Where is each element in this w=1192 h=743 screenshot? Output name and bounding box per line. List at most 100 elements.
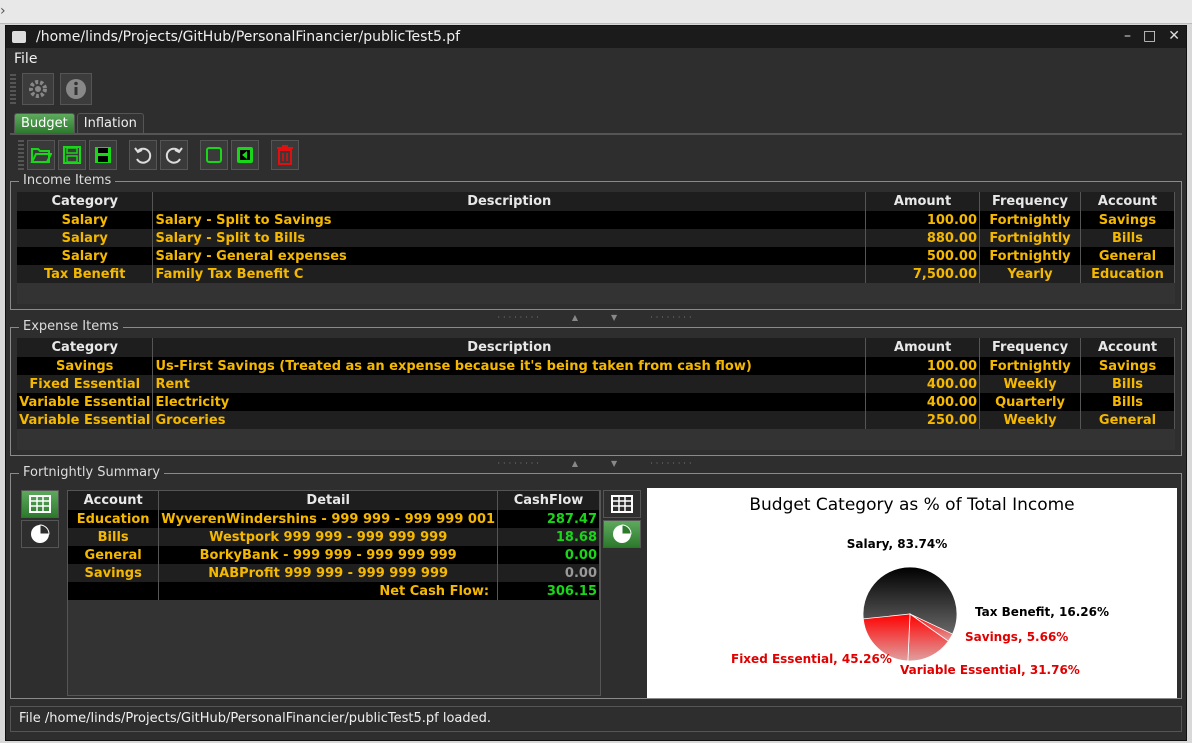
- cell-frequency[interactable]: Yearly: [979, 265, 1081, 283]
- table-row[interactable]: Education WyverenWindershins - 999 999 -…: [68, 510, 600, 528]
- table-row[interactable]: Savings Us-First Savings (Treated as an …: [17, 357, 1175, 375]
- cell-cashflow[interactable]: 287.47: [497, 510, 600, 528]
- save-as-button[interactable]: [89, 140, 117, 170]
- cell-description[interactable]: Groceries: [152, 411, 867, 429]
- cell-category[interactable]: Fixed Essential: [17, 375, 154, 393]
- cell-frequency[interactable]: Fortnightly: [979, 211, 1081, 229]
- about-button[interactable]: [60, 73, 92, 105]
- toolbar-grip[interactable]: [18, 140, 24, 170]
- col-header-cashflow[interactable]: CashFlow: [497, 491, 600, 510]
- cell-account[interactable]: Bills: [1080, 229, 1176, 247]
- pie-view-button[interactable]: [21, 520, 59, 548]
- col-header-description[interactable]: Description: [152, 192, 867, 211]
- redo-button[interactable]: [160, 140, 188, 170]
- cell-detail[interactable]: WyverenWindershins - 999 999 - 999 999 0…: [158, 510, 499, 528]
- table-row[interactable]: General BorkyBank - 999 999 - 999 999 99…: [68, 546, 600, 564]
- col-header-frequency[interactable]: Frequency: [979, 338, 1082, 357]
- table-row[interactable]: Variable Essential Electricity 400.00 Qu…: [17, 393, 1175, 411]
- col-header-account[interactable]: Account: [68, 491, 160, 510]
- col-header-category[interactable]: Category: [17, 338, 154, 357]
- cell-account[interactable]: Bills: [1080, 393, 1175, 411]
- cell-account[interactable]: Savings: [68, 564, 160, 582]
- tab-inflation[interactable]: Inflation: [76, 113, 144, 133]
- cell-account[interactable]: Bills: [68, 528, 160, 546]
- open-button[interactable]: [27, 140, 55, 170]
- cell-description[interactable]: Salary - Split to Savings: [152, 211, 867, 229]
- cell-amount[interactable]: 100.00: [865, 357, 981, 375]
- cell-amount[interactable]: 880.00: [865, 229, 980, 247]
- cell-account[interactable]: Savings: [1080, 357, 1175, 375]
- table-row[interactable]: Fixed Essential Rent 400.00 Weekly Bills: [17, 375, 1175, 393]
- settings-gear-button[interactable]: [22, 73, 54, 105]
- table-row[interactable]: Variable Essential Groceries 250.00 Week…: [17, 411, 1175, 429]
- tab-budget[interactable]: Budget: [14, 113, 75, 133]
- cell-account[interactable]: General: [1080, 411, 1175, 429]
- back-item-button[interactable]: [231, 140, 259, 170]
- cell-description[interactable]: Family Tax Benefit C: [152, 265, 867, 283]
- table-row[interactable]: Bills Westpork 999 999 - 999 999 999 18.…: [68, 528, 600, 546]
- toolbar-grip[interactable]: [10, 74, 16, 104]
- cell-category[interactable]: Salary: [17, 247, 154, 265]
- cell-amount[interactable]: 100.00: [865, 211, 980, 229]
- cell-frequency[interactable]: Weekly: [979, 411, 1082, 429]
- cell-description[interactable]: Us-First Savings (Treated as an expense …: [152, 357, 867, 375]
- cell-amount[interactable]: 7,500.00: [865, 265, 980, 283]
- cell-detail[interactable]: NABProfit 999 999 - 999 999 999: [158, 564, 499, 582]
- col-header-frequency[interactable]: Frequency: [979, 192, 1081, 211]
- cell-frequency[interactable]: Fortnightly: [979, 247, 1081, 265]
- col-header-category[interactable]: Category: [17, 192, 154, 211]
- cell-detail[interactable]: BorkyBank - 999 999 - 999 999 999: [158, 546, 499, 564]
- col-header-account[interactable]: Account: [1080, 338, 1175, 357]
- cell-category[interactable]: Tax Benefit: [17, 265, 154, 283]
- cell-account[interactable]: Bills: [1080, 375, 1175, 393]
- cell-frequency[interactable]: Weekly: [979, 375, 1082, 393]
- cell-category[interactable]: Salary: [17, 229, 154, 247]
- table-row[interactable]: Savings NABProfit 999 999 - 999 999 999 …: [68, 564, 600, 582]
- cell-description[interactable]: Salary - General expenses: [152, 247, 867, 265]
- undo-button[interactable]: [129, 140, 157, 170]
- back-chevron-icon[interactable]: ›: [0, 2, 12, 20]
- cell-cashflow[interactable]: 0.00: [497, 546, 600, 564]
- chart-pie-view-button[interactable]: [603, 520, 641, 548]
- cell-category[interactable]: Variable Essential: [17, 411, 154, 429]
- cell-cashflow[interactable]: 18.68: [497, 528, 600, 546]
- cell-frequency[interactable]: Fortnightly: [979, 229, 1081, 247]
- cell-amount[interactable]: 400.00: [865, 393, 981, 411]
- cell-description[interactable]: Electricity: [152, 393, 867, 411]
- col-header-detail[interactable]: Detail: [158, 491, 499, 510]
- minimize-button[interactable]: –: [1124, 28, 1131, 44]
- close-button[interactable]: ✕: [1168, 28, 1180, 44]
- col-header-amount[interactable]: Amount: [865, 192, 980, 211]
- cell-category[interactable]: Salary: [17, 211, 154, 229]
- menu-file[interactable]: File: [14, 51, 37, 67]
- cell-amount[interactable]: 400.00: [865, 375, 981, 393]
- table-row[interactable]: Salary Salary - Split to Bills 880.00 Fo…: [17, 229, 1176, 247]
- col-header-account[interactable]: Account: [1080, 192, 1176, 211]
- new-item-button[interactable]: [200, 140, 228, 170]
- table-row[interactable]: Salary Salary - General expenses 500.00 …: [17, 247, 1176, 265]
- cell-account[interactable]: Education: [68, 510, 160, 528]
- table-row[interactable]: Tax Benefit Family Tax Benefit C 7,500.0…: [17, 265, 1176, 283]
- save-button[interactable]: [58, 140, 86, 170]
- cell-category[interactable]: Savings: [17, 357, 154, 375]
- col-header-description[interactable]: Description: [152, 338, 867, 357]
- cell-account[interactable]: Education: [1080, 265, 1176, 283]
- splitter-1[interactable]: ········ ▲ ▼ ········: [496, 313, 696, 322]
- cell-account[interactable]: General: [68, 546, 160, 564]
- cell-cashflow[interactable]: 0.00: [497, 564, 600, 582]
- maximize-button[interactable]: □: [1143, 28, 1156, 44]
- table-view-button[interactable]: [21, 490, 59, 518]
- cell-account[interactable]: Savings: [1080, 211, 1176, 229]
- col-header-amount[interactable]: Amount: [865, 338, 981, 357]
- chart-table-view-button[interactable]: [603, 490, 641, 518]
- cell-amount[interactable]: 250.00: [865, 411, 981, 429]
- cell-detail[interactable]: Westpork 999 999 - 999 999 999: [158, 528, 499, 546]
- cell-description[interactable]: Salary - Split to Bills: [152, 229, 867, 247]
- cell-frequency[interactable]: Fortnightly: [979, 357, 1082, 375]
- delete-button[interactable]: [271, 140, 299, 170]
- cell-category[interactable]: Variable Essential: [17, 393, 154, 411]
- cell-account[interactable]: General: [1080, 247, 1176, 265]
- cell-amount[interactable]: 500.00: [865, 247, 980, 265]
- cell-frequency[interactable]: Quarterly: [979, 393, 1082, 411]
- table-row[interactable]: Salary Salary - Split to Savings 100.00 …: [17, 211, 1176, 229]
